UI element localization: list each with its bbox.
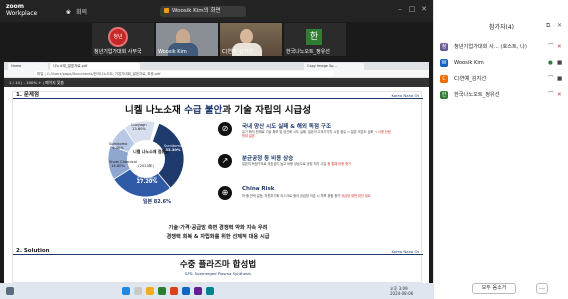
meeting-area: zoom Workplace ❀ 회의 Woosik Kim의 화면 – □ ✕…	[0, 0, 433, 299]
screen-share-indicator[interactable]: Woosik Kim의 화면	[160, 6, 246, 17]
video-off-icon[interactable]: ✕	[557, 43, 562, 51]
browser-tab[interactable]: Home	[8, 63, 48, 70]
avatar: 청	[440, 43, 448, 51]
avatar: C	[440, 75, 448, 83]
mic-icon[interactable]: ⌒	[548, 75, 554, 83]
video-icon[interactable]: ■	[557, 75, 562, 83]
segment-label: JFE Mineral 27.20%	[136, 176, 158, 186]
mic-icon[interactable]: ●	[548, 59, 553, 67]
clock[interactable]: 오후 3:09 2024-08-06	[390, 286, 413, 296]
market-share-donut: 니켈 나노소재 점유율 (2023年) Sumitomo 33.30% JFE M…	[105, 118, 187, 200]
video-tile[interactable]: 한 한국나노오트_정유선	[284, 23, 346, 56]
video-tile[interactable]: 청년 청년기업가대회 사무국	[92, 23, 154, 56]
participants-panel: 참가자(4) ⧉ ✕ 청 청년기업가대회 사... (호스트, 나) ⌒ ✕ W…	[433, 0, 568, 299]
zoom-taskbar-icon[interactable]	[182, 287, 190, 295]
video-caption: Woosik Kim	[158, 49, 187, 55]
close-icon[interactable]: ✕	[419, 4, 429, 14]
participant-row[interactable]: C C)연예_김지선 ⌒ ■	[440, 73, 565, 85]
browser-icon[interactable]	[158, 287, 166, 295]
maximize-icon[interactable]: □	[407, 4, 417, 14]
participant-row[interactable]: W Woosik Kim ● ■	[440, 57, 565, 69]
url-field[interactable]: 파일 | C:/Users/papa/Documents/한국나노오트_기업가대…	[34, 71, 334, 77]
prohibit-icon: ⊘	[218, 122, 232, 136]
video-tile[interactable]: C)연예_김지선	[220, 23, 282, 56]
start-icon[interactable]	[122, 287, 130, 295]
organization-logo: 청년	[108, 27, 128, 47]
issue-item: ⊘ 국내 양산 시도 실패 & 해외 독점 구조 유기 화석 원재료 기술 확보…	[218, 122, 393, 144]
app-icon[interactable]	[194, 287, 202, 295]
avatar: W	[440, 59, 448, 67]
windows-taskbar: 오후 3:09 2024-08-06	[0, 283, 433, 299]
app-icon[interactable]	[206, 287, 214, 295]
segment-label: Luoyagn 13.60%	[131, 123, 147, 132]
slide-subtitle: SPS: Submerged Plasma Synthesis	[185, 271, 251, 276]
app-icon[interactable]	[170, 287, 178, 295]
video-caption: 청년기업가대회 사무국	[94, 49, 142, 55]
share-icon	[164, 8, 169, 13]
section-header: 1. 문제점 Korea Nano Ot	[13, 92, 423, 99]
address-bar: 파일 | C:/Users/papa/Documents/한국나노오트_기업가대…	[4, 70, 429, 78]
folder-icon[interactable]	[146, 287, 154, 295]
pdf-page: 1. 문제점 Korea Nano Ot 니켈 나노소재 수급 불안과 기술 자…	[12, 91, 423, 283]
mic-icon[interactable]: ⌒	[548, 43, 554, 51]
section-header: 2. Solution Korea Nano Ot	[13, 248, 423, 255]
paw-icon: ❀	[66, 9, 72, 16]
slide-title: 니켈 나노소재 수급 불안과 기술 자립의 시급성	[125, 105, 311, 116]
shared-screen: Home 나노소재_발표자료.pdf Copy Image Sp... 파일 |…	[4, 62, 429, 283]
summary-line: 기술·가격·공급망 측면 경쟁력 약화 지속 우려	[168, 225, 268, 231]
avatar: 한	[440, 91, 448, 99]
meeting-menu[interactable]: ❀ 회의	[66, 7, 87, 16]
browser-tab[interactable]: Copy Image Sp...	[304, 63, 364, 70]
issue-item: ⊕ China Risk 미·중 전략 갈등, 자원무기화 리스크로 중국 공급…	[218, 186, 393, 208]
issue-item: ↗ 분균공정 등 비용 상승 일본의 독점구조로 의존성이 높고 비용 상승으로…	[218, 154, 393, 176]
video-strip: 청년 청년기업가대회 사무국 Woosik Kim C)연예_김지선 한 한국나…	[92, 23, 352, 56]
close-icon[interactable]: ✕	[557, 22, 562, 29]
mute-all-button[interactable]: 모두 음소거	[472, 283, 516, 294]
donut-center-sub: (2023年)	[138, 164, 154, 168]
segment-label: Sumitomo 33.30%	[163, 144, 183, 153]
more-button[interactable]: …	[536, 283, 548, 294]
globe-icon: ⊕	[218, 186, 232, 200]
weather-icon[interactable]	[6, 287, 14, 295]
summary-line: 경쟁력 회복 & 자립화를 위한 선제적 대응 시급	[166, 234, 270, 240]
participant-face	[240, 29, 253, 44]
donut-center-title: 니켈 나노소재 점유율	[133, 149, 169, 154]
mic-icon[interactable]: ⌒	[548, 91, 554, 99]
brand-logo: Korea Nano Ot	[391, 93, 419, 98]
pdf-toolbar[interactable]: 1 / 14 | - 100% + | 페이지 맞춤	[4, 78, 429, 87]
slide-title: 수중 플라즈마 합성법	[179, 260, 257, 270]
segment-label: Shoei Chemical 14.80%	[109, 160, 137, 169]
video-off-icon[interactable]: ✕	[557, 91, 562, 99]
avatar: 한	[306, 29, 322, 45]
participant-row[interactable]: 청 청년기업가대회 사... (호스트, 나) ⌒ ✕	[440, 41, 565, 53]
browser-tabbar: Home 나노소재_발표자료.pdf Copy Image Sp...	[4, 62, 429, 70]
trend-up-icon: ↗	[218, 154, 232, 168]
video-caption: C)연예_김지선	[222, 49, 253, 55]
brand-logo: Korea Nano Ot	[391, 249, 419, 254]
segment-label: Sumitomo 9.40%	[109, 142, 128, 151]
japan-share-label: 일본 82.6%	[142, 199, 172, 205]
video-tile[interactable]: Woosik Kim	[156, 23, 218, 56]
video-caption: 한국나노오트_정유선	[286, 49, 330, 55]
search-icon[interactable]	[134, 287, 142, 295]
zoom-window: zoom Workplace ❀ 회의 Woosik Kim의 화면 – □ ✕…	[0, 0, 568, 299]
browser-tab[interactable]: 나노소재_발표자료.pdf	[50, 63, 140, 70]
minimize-icon[interactable]: –	[395, 4, 405, 14]
participant-row[interactable]: 한 한국나노오트_정유선 ⌒ ✕	[440, 89, 565, 101]
zoom-logo: zoom Workplace	[6, 3, 38, 17]
popout-icon[interactable]: ⧉	[546, 22, 550, 30]
video-icon[interactable]: ■	[557, 59, 562, 67]
zoom-topbar: zoom Workplace ❀ 회의 Woosik Kim의 화면 – □ ✕	[0, 0, 433, 22]
